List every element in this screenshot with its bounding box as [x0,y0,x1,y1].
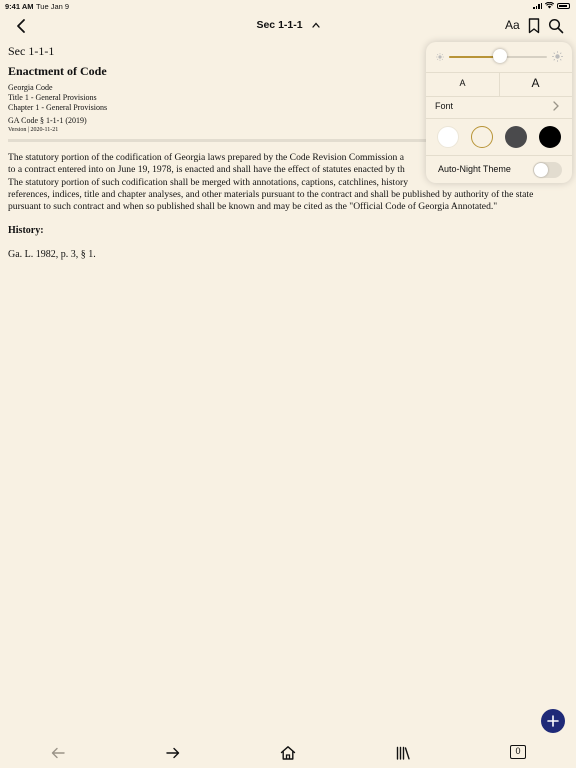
bookmark-button[interactable] [528,18,540,34]
toggle-knob [534,163,548,177]
text-settings-popover: A A Font Auto-Night Theme [426,42,572,183]
chevron-up-icon [311,22,320,28]
auto-night-row: Auto-Night Theme [426,156,572,183]
bottom-toolbar: 0 [0,740,576,768]
increase-font-button[interactable]: A [499,76,572,90]
sun-large-icon [552,51,563,62]
font-selector-row[interactable]: Font [426,97,572,118]
cellular-signal-icon [533,2,542,9]
history-back-button[interactable] [50,745,66,761]
nav-bar: Sec 1-1-1 Aa [0,12,576,40]
auto-night-label: Auto-Night Theme [438,164,511,174]
arrow-left-icon [51,747,65,759]
history-forward-button[interactable] [165,745,181,761]
auto-night-toggle[interactable] [533,162,562,178]
library-icon [396,746,410,760]
search-icon [548,18,564,34]
history-label: History: [8,225,44,237]
font-size-row: A A [426,73,572,96]
font-label: Font [435,101,454,111]
chevron-right-icon [553,101,559,111]
tabs-button[interactable]: 0 [510,745,526,759]
theme-gray-swatch[interactable] [505,126,527,148]
status-time: 9:41 AM [5,2,34,11]
section-title-dropdown[interactable]: Sec 1-1-1 [0,19,576,31]
wifi-icon [545,2,554,9]
theme-black-swatch[interactable] [539,126,561,148]
status-date: Tue Jan 9 [36,2,70,11]
paragraph-line: references, indices, title and chapter a… [8,188,534,200]
library-button[interactable] [395,745,411,761]
battery-icon [557,2,570,9]
bookmark-icon [528,18,540,34]
status-icons [533,2,570,9]
decrease-font-button[interactable]: A [426,78,499,88]
brightness-slider-thumb[interactable] [492,49,507,63]
status-bar: 9:41 AM Tue Jan 9 [0,0,576,12]
sun-small-icon [436,53,444,61]
nav-title-text: Sec 1-1-1 [256,19,303,31]
plus-icon [547,715,559,727]
search-button[interactable] [548,18,564,34]
theme-swatches [426,119,572,155]
arrow-right-icon [166,747,180,759]
text-settings-button[interactable]: Aa [505,18,520,32]
history-text: Ga. L. 1982, p. 3, § 1. [8,249,96,261]
paragraph-line: pursuant to such contract and when so pu… [8,201,498,213]
brightness-row [426,42,572,72]
home-button[interactable] [280,745,296,761]
theme-white-swatch[interactable] [437,126,459,148]
add-button[interactable] [541,709,565,733]
theme-sepia-swatch[interactable] [471,126,493,148]
home-icon [280,746,296,760]
